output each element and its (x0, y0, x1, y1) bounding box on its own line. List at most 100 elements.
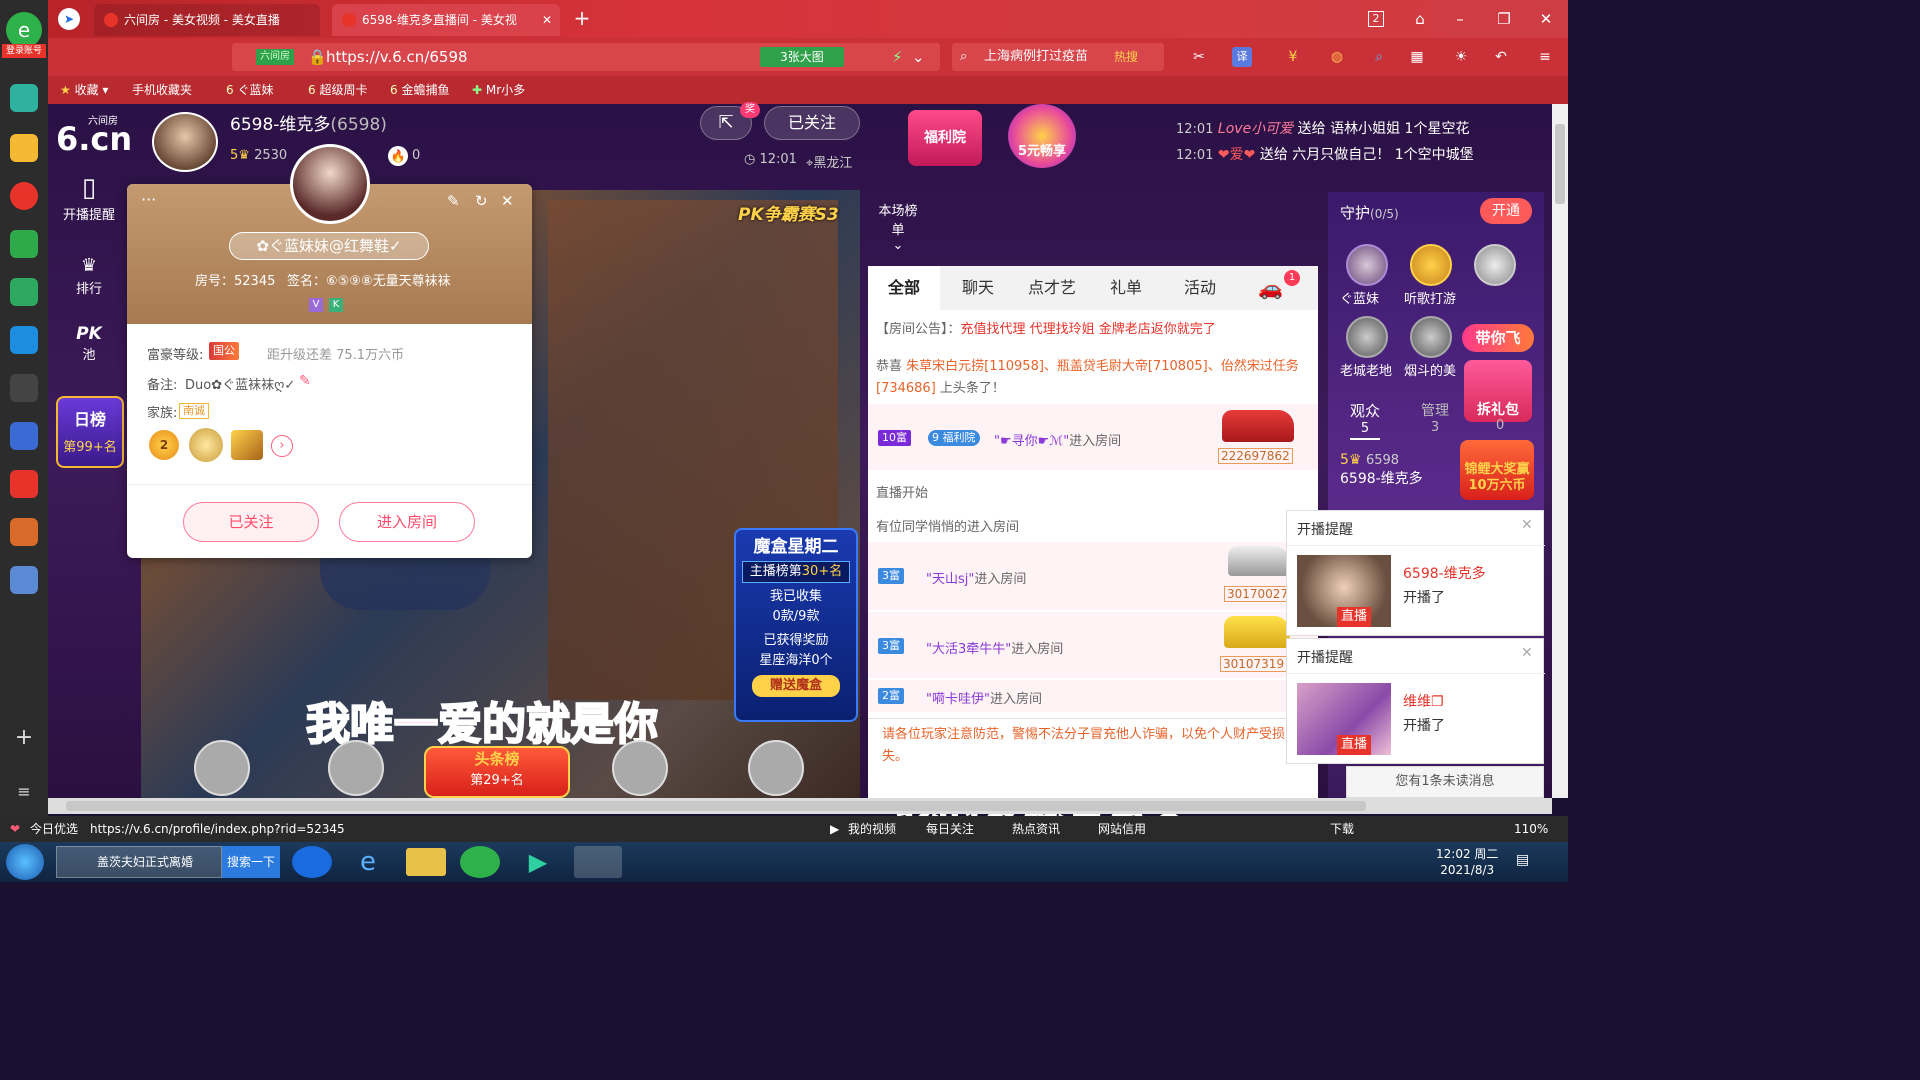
k-app-icon[interactable] (292, 846, 332, 878)
undo-icon[interactable]: ↶ (1488, 44, 1514, 70)
fav-item-lanmei[interactable]: 6 ぐ蓝妹 (226, 78, 273, 102)
start-button-icon[interactable] (6, 844, 44, 880)
live-reminder-button[interactable]: ▯ 开播提醒 (58, 172, 120, 232)
fav-item-mrxiaoduo[interactable]: ✚ Mr小多 (472, 78, 525, 102)
xiaohongshu-icon[interactable] (10, 470, 38, 498)
viewer-row[interactable]: 5♛ 6598 6598-维克多 (1340, 452, 1423, 488)
doc-app-icon[interactable] (10, 422, 38, 450)
cloud-icon[interactable] (10, 278, 38, 306)
add-app-icon[interactable]: + (12, 726, 36, 750)
hot-news[interactable]: 热点资讯 (1012, 816, 1060, 842)
menu-icon[interactable]: ≡ (12, 780, 36, 804)
edit-remark-icon[interactable]: ✎ (299, 373, 311, 389)
five-yuan-badge[interactable]: 5元畅享 (1008, 104, 1076, 168)
profile-follow-button[interactable]: 已关注 (183, 502, 319, 542)
tab-gifts[interactable]: 礼单 (1090, 266, 1162, 310)
more-icon[interactable]: ··· (141, 190, 156, 209)
big-image-button[interactable]: 3张大图 (760, 47, 844, 67)
anchor-avatar[interactable] (152, 112, 218, 172)
site-credit[interactable]: 网站信用 (1098, 816, 1146, 842)
refresh-icon[interactable]: ↻ (475, 192, 488, 210)
magic-box-panel[interactable]: 魔盒星期二 主播榜第30+名 我已收集 0款/9款 已获得奖励 星座海洋0个 赠… (734, 528, 858, 722)
seat-4[interactable] (726, 740, 826, 796)
translate-button[interactable]: 译 (1232, 47, 1252, 67)
p-app-icon[interactable] (10, 326, 38, 354)
search-box[interactable]: ⌕ 上海病例打过疫苗 热搜 (952, 43, 1164, 71)
ranking-button[interactable]: ♛ 排行 (58, 254, 120, 304)
manage-tab[interactable]: 管理 3 (1412, 400, 1458, 435)
today-picks[interactable]: 今日优选 (30, 816, 78, 842)
chat-user[interactable]: "大活3牵牛牛" (926, 642, 1011, 657)
chevron-down-icon[interactable]: ⌄ (912, 43, 925, 71)
close-tab-icon[interactable]: ✕ (542, 4, 552, 36)
guard-avatar-1[interactable] (1346, 244, 1388, 286)
close-icon[interactable]: ✕ (501, 192, 514, 210)
folder-icon[interactable] (406, 848, 446, 876)
seat-2[interactable] (306, 740, 406, 796)
open-guard-button[interactable]: 开通 (1480, 198, 1532, 224)
koi-prize-badge[interactable]: 锦鲤大奖赢10万六币 (1460, 440, 1534, 500)
plus-app-icon[interactable] (10, 84, 38, 112)
give-magic-box-button[interactable]: 赠送魔盒 (752, 675, 840, 697)
headline-rank-badge[interactable]: 头条榜 第29+名 (424, 746, 570, 798)
tab-activity[interactable]: 活动 (1164, 266, 1236, 310)
medal-star-icon[interactable]: 2 (149, 430, 179, 460)
chat-user[interactable]: "天山sj" (926, 572, 974, 587)
address-input[interactable]: 六间房 🔒 https://v.6.cn/6598 3张大图 ⚡ ⌄ (232, 43, 940, 71)
minimize-icon[interactable]: – (1448, 8, 1472, 30)
more-medals-icon[interactable]: › (271, 435, 293, 457)
seat-3[interactable] (590, 740, 690, 796)
weibo-icon[interactable] (10, 182, 38, 210)
mail-icon[interactable] (10, 230, 38, 258)
taskbar-news[interactable]: 盖茨夫妇正式离婚 (56, 846, 222, 878)
tab-count-badge[interactable]: 2 (1368, 11, 1384, 27)
login-account-link[interactable]: 登录账号 (2, 44, 46, 58)
tab-talent[interactable]: 点才艺 (1016, 266, 1088, 310)
daily-follow[interactable]: 每日关注 (926, 816, 974, 842)
pk-pool-button[interactable]: PK 池 (58, 324, 120, 374)
send-icon[interactable]: ➤ (58, 8, 80, 30)
car-icon[interactable]: 🚗 (1258, 276, 1283, 300)
new-tab-button[interactable]: + (570, 6, 594, 30)
close-icon[interactable]: ✕ (1521, 645, 1533, 661)
pk-contest-badge[interactable]: PK争霸赛S3 (738, 200, 839, 225)
audience-tab[interactable]: 观众 5 (1342, 400, 1388, 442)
game3-icon[interactable] (10, 566, 38, 594)
my-videos[interactable]: 我的视频 (848, 816, 896, 842)
scroll-thumb[interactable] (1555, 124, 1565, 204)
anchor-name[interactable]: 6598-维克多 (230, 115, 330, 135)
scissors-icon[interactable]: ✂ (1186, 44, 1212, 70)
daily-rank-badge[interactable]: 日榜 第99+名 (56, 396, 124, 468)
seat-1[interactable] (172, 740, 272, 796)
guard-avatar-3[interactable] (1474, 244, 1516, 286)
tab-all[interactable]: 全部 (868, 266, 940, 310)
tab-chat[interactable]: 聊天 (942, 266, 1014, 310)
third-tab-count[interactable]: 0 (1496, 418, 1504, 433)
chat-user[interactable]: "嗬卡哇伊" (926, 692, 990, 707)
profile-avatar[interactable] (290, 144, 370, 224)
browser-taskbar-icon[interactable] (460, 846, 500, 878)
unread-message-bar[interactable]: 您有1条未读消息 (1346, 766, 1544, 798)
favorites-button[interactable]: ★ 收藏 ▾ (60, 78, 108, 102)
close-icon[interactable]: ✕ (1521, 517, 1533, 533)
edit-icon[interactable]: ✎ (447, 192, 460, 210)
fav-item-weekcard[interactable]: 6 超级周卡 (308, 78, 367, 102)
gift-pack-badge[interactable]: 拆礼包 (1464, 360, 1532, 422)
hot-search-label[interactable]: 热搜 (1114, 43, 1138, 71)
taskbar-search-button[interactable]: 搜索一下 (222, 846, 280, 878)
system-clock[interactable]: 12:02 周二 2021/8/3 (1436, 846, 1498, 878)
theme-icon[interactable]: ☀ (1448, 44, 1474, 70)
gamepad-icon[interactable]: ◍ (1324, 44, 1350, 70)
magnifier-icon[interactable]: ⌕ (1366, 44, 1392, 70)
player-icon[interactable]: ▶ (518, 846, 558, 878)
coin-icon[interactable]: ¥ (1280, 44, 1306, 70)
scroll-thumb[interactable] (66, 801, 1366, 811)
horizontal-scrollbar[interactable] (48, 798, 1552, 814)
search-input[interactable]: 上海病例打过疫苗 (984, 43, 1088, 71)
family-badge[interactable]: 南诚 (179, 403, 209, 419)
downloads[interactable]: 下载 (1330, 816, 1354, 842)
menu-icon[interactable]: ≡ (1532, 44, 1558, 70)
guard-avatar-5[interactable] (1410, 316, 1452, 358)
site-logo[interactable]: 六间房 6.cn (56, 110, 132, 158)
welfare-badge[interactable]: 福利院 (908, 110, 982, 166)
